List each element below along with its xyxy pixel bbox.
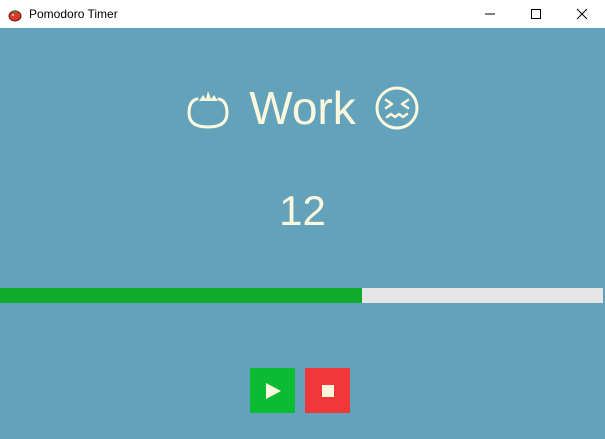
maximize-button[interactable] (513, 0, 559, 28)
minimize-icon (485, 13, 495, 15)
app-window: Pomodoro Timer Work 12 (0, 0, 605, 439)
stop-icon (321, 384, 334, 397)
close-button[interactable] (559, 0, 605, 28)
maximize-icon (531, 9, 541, 19)
tomato-icon (7, 6, 23, 22)
stressed-face-icon (375, 86, 419, 130)
mode-heading: Work (0, 76, 605, 140)
window-title: Pomodoro Timer (29, 7, 118, 21)
play-icon (265, 382, 281, 399)
close-icon (576, 8, 588, 20)
window-controls (467, 0, 605, 28)
timer-controls (250, 368, 350, 413)
minimize-button[interactable] (467, 0, 513, 28)
progress-fill (0, 288, 362, 303)
title-bar[interactable]: Pomodoro Timer (0, 0, 605, 28)
timer-display: 12 (279, 187, 326, 234)
mode-label: Work (249, 82, 356, 134)
play-button[interactable] (250, 368, 295, 413)
stop-button[interactable] (305, 368, 350, 413)
tomato-outline-icon (187, 91, 229, 129)
progress-bar (0, 288, 603, 303)
